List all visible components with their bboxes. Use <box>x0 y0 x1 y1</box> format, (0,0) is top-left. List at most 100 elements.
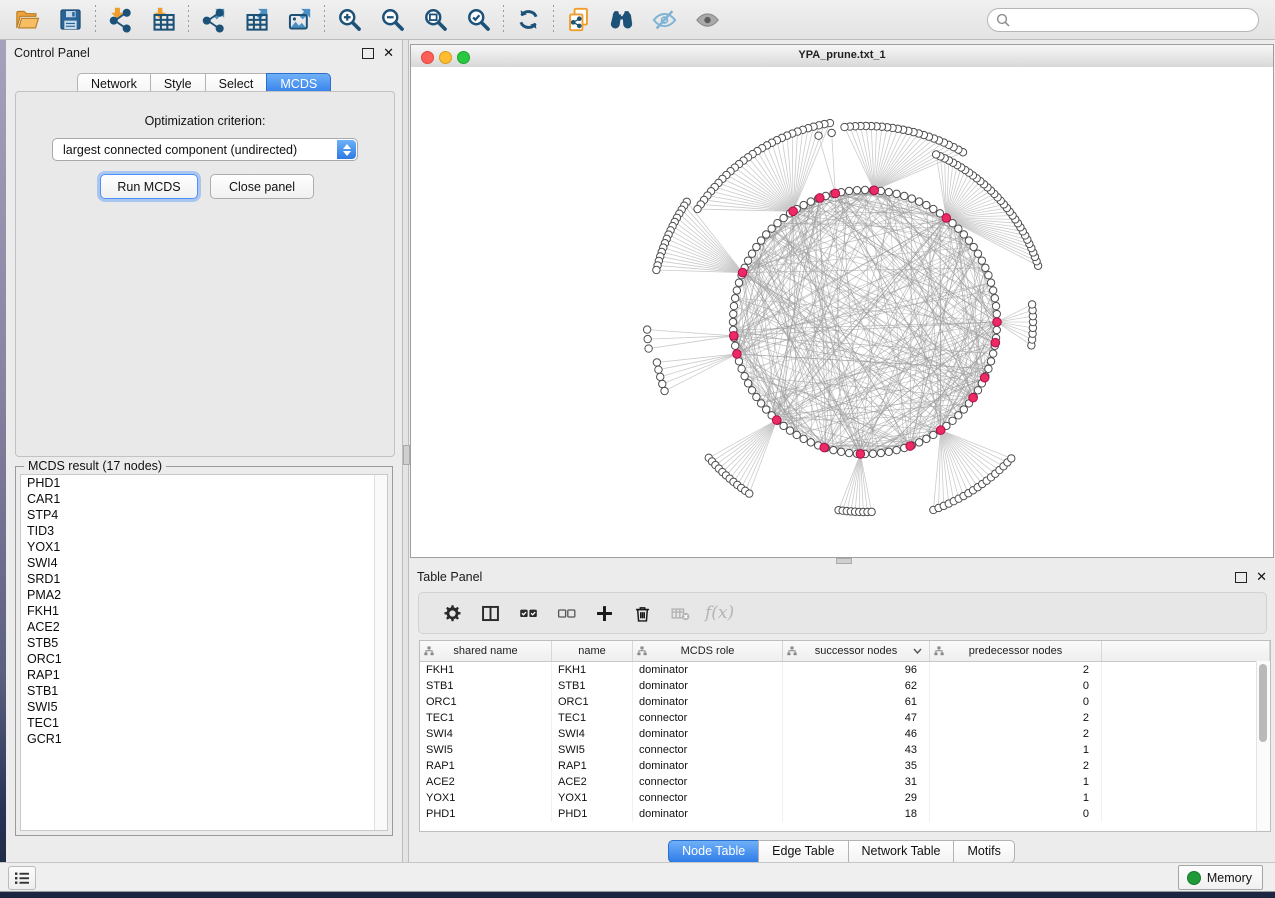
zoom-selected-button[interactable] <box>457 3 500 37</box>
show-eye-button[interactable] <box>686 3 729 37</box>
save-session-button[interactable] <box>49 3 92 37</box>
cell-MCDS-role[interactable]: connector <box>633 742 783 758</box>
mcds-result-item[interactable]: SRD1 <box>21 571 387 587</box>
table-row[interactable]: ORC1ORC1dominator610 <box>420 694 1270 710</box>
cell-successor-nodes[interactable]: 29 <box>783 790 930 806</box>
table-tab-motifs[interactable]: Motifs <box>953 840 1014 863</box>
cell-name[interactable]: STB1 <box>552 678 633 694</box>
export-network-button[interactable] <box>192 3 235 37</box>
status-menu-button[interactable] <box>8 866 36 890</box>
cell-successor-nodes[interactable]: 96 <box>783 662 930 678</box>
vertical-splitter[interactable] <box>402 40 409 862</box>
cell-name[interactable]: TEC1 <box>552 710 633 726</box>
cell-MCDS-role[interactable]: dominator <box>633 678 783 694</box>
cell-successor-nodes[interactable]: 31 <box>783 774 930 790</box>
mcds-result-item[interactable]: TEC1 <box>21 715 387 731</box>
deselect-all-checkboxes-button[interactable] <box>547 596 585 630</box>
cell-name[interactable]: PHD1 <box>552 806 633 822</box>
cell-predecessor-nodes[interactable]: 2 <box>930 710 1102 726</box>
cell-name[interactable]: ORC1 <box>552 694 633 710</box>
mcds-result-item[interactable]: STB5 <box>21 635 387 651</box>
cell-shared-name[interactable]: PHD1 <box>420 806 552 822</box>
float-table-panel-icon[interactable] <box>1235 572 1247 583</box>
cell-predecessor-nodes[interactable]: 0 <box>930 678 1102 694</box>
cell-shared-name[interactable]: SWI4 <box>420 726 552 742</box>
cell-predecessor-nodes[interactable]: 1 <box>930 774 1102 790</box>
cell-shared-name[interactable]: STB1 <box>420 678 552 694</box>
network-graph[interactable] <box>411 67 1273 557</box>
mcds-result-item[interactable]: GCR1 <box>21 731 387 747</box>
mcds-result-scrollbar[interactable] <box>374 475 387 830</box>
split-view-button[interactable] <box>471 596 509 630</box>
cell-name[interactable]: SWI5 <box>552 742 633 758</box>
cell-MCDS-role[interactable]: dominator <box>633 806 783 822</box>
delete-table-button[interactable] <box>661 596 699 630</box>
import-table-button[interactable] <box>142 3 185 37</box>
mcds-result-list[interactable]: PHD1CAR1STP4TID3YOX1SWI4SRD1PMA2FKH1ACE2… <box>20 474 388 831</box>
table-row[interactable]: TEC1TEC1connector472 <box>420 710 1270 726</box>
cell-predecessor-nodes[interactable]: 0 <box>930 694 1102 710</box>
mcds-result-item[interactable]: STB1 <box>21 683 387 699</box>
cell-shared-name[interactable]: FKH1 <box>420 662 552 678</box>
cell-name[interactable]: FKH1 <box>552 662 633 678</box>
column-header-predecessor-nodes[interactable]: predecessor nodes <box>930 641 1102 661</box>
cell-shared-name[interactable]: RAP1 <box>420 758 552 774</box>
cell-shared-name[interactable]: ORC1 <box>420 694 552 710</box>
cell-successor-nodes[interactable]: 46 <box>783 726 930 742</box>
cell-predecessor-nodes[interactable]: 0 <box>930 806 1102 822</box>
criterion-dropdown[interactable]: largest connected component (undirected) <box>52 138 358 161</box>
export-image-button[interactable] <box>278 3 321 37</box>
column-header-name[interactable]: name <box>552 641 633 661</box>
network-window-titlebar[interactable]: YPA_prune.txt_1 <box>411 45 1273 68</box>
cell-name[interactable]: ACE2 <box>552 774 633 790</box>
run-mcds-button[interactable]: Run MCDS <box>100 174 198 199</box>
cell-shared-name[interactable]: TEC1 <box>420 710 552 726</box>
mcds-result-item[interactable]: PMA2 <box>21 587 387 603</box>
share-document-button[interactable] <box>557 3 600 37</box>
cell-MCDS-role[interactable]: dominator <box>633 694 783 710</box>
settings-gear-button[interactable] <box>433 596 471 630</box>
cell-successor-nodes[interactable]: 18 <box>783 806 930 822</box>
cell-name[interactable]: SWI4 <box>552 726 633 742</box>
table-row[interactable]: SWI4SWI4dominator462 <box>420 726 1270 742</box>
cell-successor-nodes[interactable]: 35 <box>783 758 930 774</box>
table-tab-network-table[interactable]: Network Table <box>848 840 955 863</box>
network-canvas[interactable] <box>411 67 1273 557</box>
zoom-out-button[interactable] <box>371 3 414 37</box>
mcds-result-item[interactable]: FKH1 <box>21 603 387 619</box>
close-panel-icon[interactable]: ✕ <box>383 48 394 58</box>
table-row[interactable]: ACE2ACE2connector311 <box>420 774 1270 790</box>
table-tab-edge-table[interactable]: Edge Table <box>758 840 848 863</box>
mcds-result-item[interactable]: RAP1 <box>21 667 387 683</box>
table-row[interactable]: YOX1YOX1connector291 <box>420 790 1270 806</box>
table-row[interactable]: SWI5SWI5connector431 <box>420 742 1270 758</box>
import-network-button[interactable] <box>99 3 142 37</box>
zoom-fit-button[interactable] <box>414 3 457 37</box>
cell-predecessor-nodes[interactable]: 2 <box>930 758 1102 774</box>
mcds-result-item[interactable]: SWI5 <box>21 699 387 715</box>
cell-predecessor-nodes[interactable]: 1 <box>930 790 1102 806</box>
table-row[interactable]: FKH1FKH1dominator962 <box>420 662 1270 678</box>
mcds-result-item[interactable]: ORC1 <box>21 651 387 667</box>
delete-column-button[interactable] <box>623 596 661 630</box>
column-header-MCDS-role[interactable]: MCDS role <box>633 641 783 661</box>
cell-predecessor-nodes[interactable]: 2 <box>930 662 1102 678</box>
cell-shared-name[interactable]: SWI5 <box>420 742 552 758</box>
mcds-result-item[interactable]: YOX1 <box>21 539 387 555</box>
mcds-result-item[interactable]: STP4 <box>21 507 387 523</box>
mcds-result-item[interactable]: SWI4 <box>21 555 387 571</box>
cell-MCDS-role[interactable]: connector <box>633 774 783 790</box>
cell-MCDS-role[interactable]: connector <box>633 790 783 806</box>
cell-shared-name[interactable]: YOX1 <box>420 790 552 806</box>
float-panel-icon[interactable] <box>362 48 374 59</box>
cell-shared-name[interactable]: ACE2 <box>420 774 552 790</box>
column-header-shared-name[interactable]: shared name <box>420 641 552 661</box>
table-scrollbar[interactable] <box>1256 661 1270 831</box>
export-table-button[interactable] <box>235 3 278 37</box>
cell-successor-nodes[interactable]: 62 <box>783 678 930 694</box>
table-scrollbar-thumb[interactable] <box>1259 664 1267 742</box>
cell-successor-nodes[interactable]: 47 <box>783 710 930 726</box>
mcds-result-item[interactable]: TID3 <box>21 523 387 539</box>
mcds-result-item[interactable]: PHD1 <box>21 475 387 491</box>
cell-predecessor-nodes[interactable]: 2 <box>930 726 1102 742</box>
